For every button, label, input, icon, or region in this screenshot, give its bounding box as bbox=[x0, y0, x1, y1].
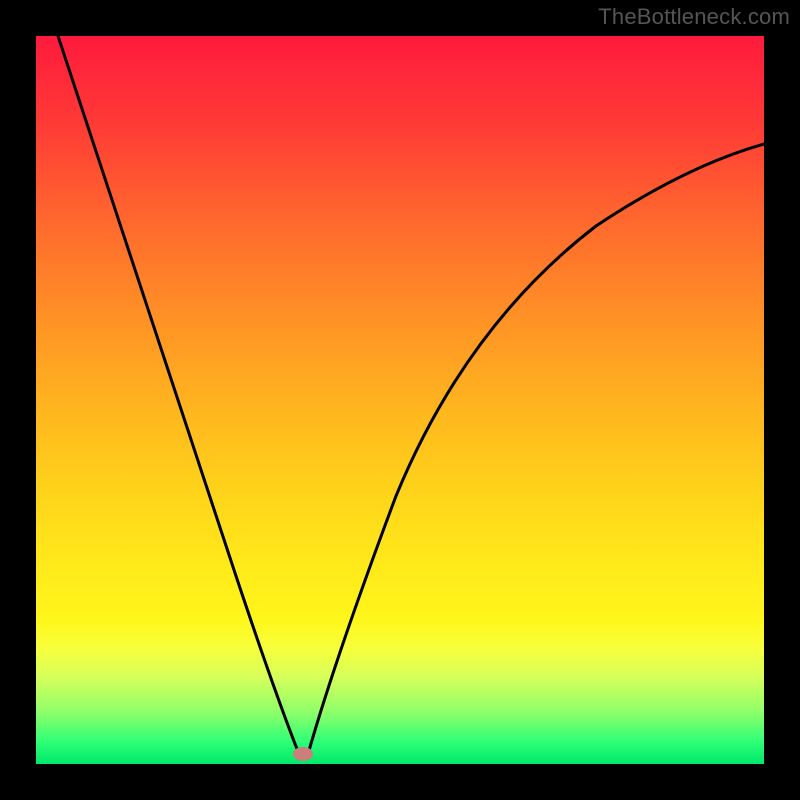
minimum-marker bbox=[293, 747, 313, 761]
bottleneck-curve-left bbox=[58, 36, 299, 754]
chart-svg bbox=[36, 36, 764, 764]
bottleneck-curve-right bbox=[308, 144, 764, 754]
chart-plot-area bbox=[36, 36, 764, 764]
chart-frame: TheBottleneck.com bbox=[0, 0, 800, 800]
watermark-text: TheBottleneck.com bbox=[598, 4, 790, 30]
